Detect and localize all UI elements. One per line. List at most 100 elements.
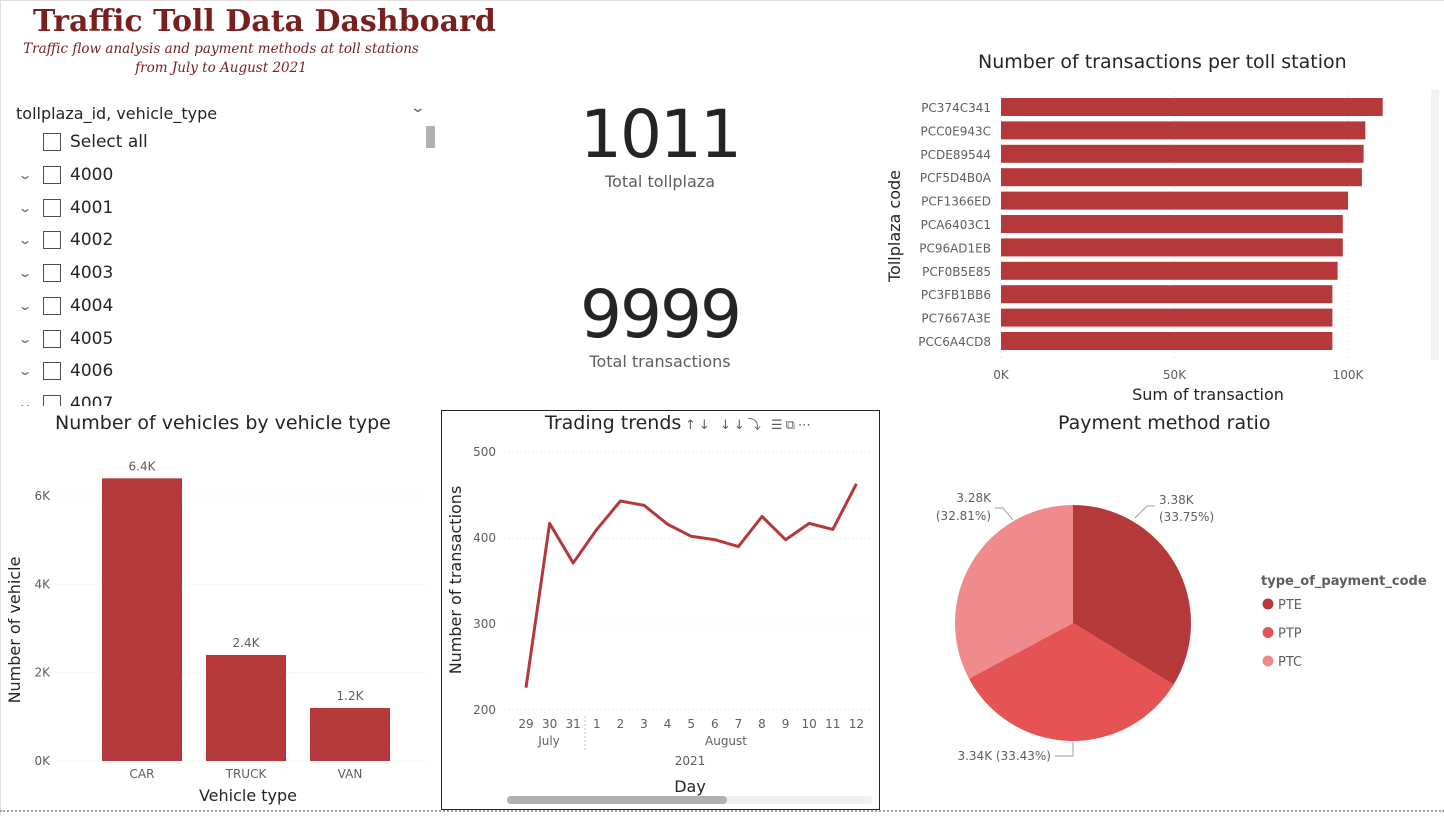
x-tick-label: 31 bbox=[566, 717, 581, 731]
chevron-down-icon[interactable]: ⌄ bbox=[15, 299, 36, 313]
leader-line-ptc bbox=[995, 507, 1014, 521]
y-tick-label: PCF5D4B0A bbox=[920, 171, 992, 185]
y-tick-label: 0K bbox=[34, 754, 51, 768]
dashboard-title: Traffic Toll Data Dashboard bbox=[33, 4, 496, 39]
bar-PC7667A3E bbox=[1001, 308, 1333, 327]
y-tick-label: PC3FB1BB6 bbox=[921, 288, 991, 302]
slicer-item-4007[interactable]: ⌄ 4007 bbox=[0, 392, 400, 406]
y-tick-label: PCC0E943C bbox=[921, 124, 992, 138]
bar-car bbox=[102, 478, 182, 761]
chevron-down-icon[interactable]: ⌄ bbox=[15, 266, 36, 280]
data-label-ptp: 3.34K (33.43%) bbox=[957, 749, 1051, 763]
more-options-icon[interactable]: ⋯ bbox=[798, 418, 814, 433]
data-label-pte-value: 3.38K bbox=[1159, 493, 1195, 507]
x-tick-label: 7 bbox=[735, 717, 743, 731]
kpi-transactions-value: 9999 bbox=[580, 276, 742, 353]
y-tick-label: 400 bbox=[473, 531, 496, 545]
checkbox[interactable] bbox=[43, 394, 61, 406]
checkbox[interactable] bbox=[43, 296, 61, 315]
y-tick-label: PCC6A4CD8 bbox=[918, 335, 991, 349]
drill-icon[interactable]: ⤵ bbox=[748, 418, 764, 433]
vehicle-type-chart[interactable]: 0K 2K 4K 6K 6.4K CAR 2.4K TRUCK 1.2K VAN Vehicle t… bbox=[0, 440, 440, 810]
year-label: 2021 bbox=[675, 754, 706, 768]
data-label-pte-pct: (33.75%) bbox=[1159, 510, 1214, 524]
kpi-tollplaza-label: Total tollplaza bbox=[604, 172, 715, 191]
y-axis-title: Tollplaza code bbox=[885, 170, 904, 283]
checkbox[interactable] bbox=[43, 231, 61, 250]
series-line bbox=[524, 483, 858, 688]
slicer-item-label: 4005 bbox=[70, 328, 114, 349]
checkbox[interactable] bbox=[43, 329, 61, 348]
x-tick-label: 1 bbox=[593, 717, 601, 731]
y-tick-label: PCF0B5E85 bbox=[922, 265, 991, 279]
filter-icon[interactable]: ☰ bbox=[771, 418, 786, 433]
slicer-scrollbar[interactable] bbox=[426, 126, 435, 148]
y-tick-label: 300 bbox=[473, 617, 496, 631]
checkbox[interactable] bbox=[43, 133, 61, 151]
bar-PCC6A4CD8 bbox=[1001, 332, 1333, 350]
slicer-item-4001[interactable]: ⌄ 4001 bbox=[0, 196, 400, 220]
chevron-down-icon[interactable]: ⌄ bbox=[15, 364, 36, 378]
chevron-down-icon[interactable]: ⌄ bbox=[410, 100, 426, 116]
x-tick-label: 8 bbox=[758, 717, 766, 731]
y-tick-label: 4K bbox=[34, 577, 51, 591]
legend-marker-pte bbox=[1262, 598, 1274, 610]
data-label: 1.2K bbox=[337, 689, 365, 703]
y-tick-label: 200 bbox=[473, 703, 496, 717]
y-tick-label: 6K bbox=[34, 489, 51, 503]
checkbox[interactable] bbox=[43, 198, 61, 217]
kpi-tollplaza-value: 1011 bbox=[580, 96, 742, 173]
slicer-select-all[interactable]: Select all bbox=[0, 130, 400, 154]
bar-PCC0E943C bbox=[1001, 121, 1366, 140]
bar-truck bbox=[206, 655, 286, 761]
slicer-item-label: 4000 bbox=[70, 165, 114, 185]
slicer-item-4005[interactable]: ⌄ 4005 bbox=[0, 327, 400, 351]
y-axis-title: Number of vehicle bbox=[5, 557, 24, 704]
slicer-item-label: 4003 bbox=[70, 263, 114, 284]
chevron-down-icon[interactable]: ⌄ bbox=[15, 233, 36, 247]
sort-desc-icon[interactable]: ↓ bbox=[699, 418, 713, 433]
expand-all-icon[interactable]: ↓↓ bbox=[720, 418, 748, 433]
slicer-item-4003[interactable]: ⌄ 4003 bbox=[0, 261, 400, 285]
slicer-item-label: 4004 bbox=[70, 295, 114, 316]
tollplaza-slicer: tollplaza_id, vehicle_type ⌄ Select all ⌄… bbox=[0, 96, 440, 406]
trend-line-chart[interactable]: 20030040050029 30 31 1 2 3 4 5 6 7 8 9 10 11 12July Aug… bbox=[442, 440, 879, 800]
toll-station-chart[interactable]: 0K 50K 100K PC374C341 PCC0E943C PCDE89544 PCF5… bbox=[880, 80, 1440, 410]
x-axis-title: Vehicle type bbox=[199, 786, 297, 805]
legend-label-ptc: PTC bbox=[1278, 655, 1302, 670]
slicer-item-4006[interactable]: ⌄ 4006 bbox=[0, 359, 400, 383]
slicer-item-label: 4007 bbox=[70, 393, 114, 406]
x-tick-label: 10 bbox=[802, 717, 817, 731]
x-tick-label: 12 bbox=[849, 717, 864, 731]
toll-chart-scrollbar[interactable] bbox=[1431, 90, 1439, 360]
chevron-down-icon[interactable]: ⌄ bbox=[15, 397, 36, 406]
dashboard-subtitle: Traffic flow analysis and payment method… bbox=[12, 40, 430, 78]
chevron-down-icon[interactable]: ⌄ bbox=[15, 201, 36, 215]
chevron-down-icon[interactable]: ⌄ bbox=[15, 168, 36, 182]
payment-pie-chart[interactable]: 3.38K (33.75%) 3.34K (33.43%) 3.28K (32.81%)… bbox=[885, 440, 1440, 800]
trend-scroll-thumb[interactable] bbox=[507, 796, 727, 804]
x-tick-label: 29 bbox=[518, 717, 533, 731]
leader-line-pte bbox=[1134, 505, 1155, 519]
y-tick-label: 500 bbox=[473, 445, 496, 459]
vehicle-chart-title: Number of vehicles by vehicle type bbox=[55, 412, 391, 434]
slicer-item-label: Select all bbox=[70, 132, 148, 152]
x-tick-label: 6 bbox=[711, 717, 719, 731]
data-label-ptc-value: 3.28K bbox=[956, 491, 992, 505]
x-tick-label: 2 bbox=[617, 717, 625, 731]
slicer-item-4000[interactable]: ⌄ 4000 bbox=[0, 163, 400, 187]
chevron-down-icon[interactable]: ⌄ bbox=[15, 332, 36, 346]
x-tick-label: 100K bbox=[1333, 368, 1365, 382]
slicer-item-4004[interactable]: ⌄ 4004 bbox=[0, 294, 400, 318]
x-tick-label: 9 bbox=[782, 717, 790, 731]
checkbox[interactable] bbox=[43, 166, 61, 184]
checkbox[interactable] bbox=[43, 264, 61, 283]
focus-mode-icon[interactable]: ⧉ bbox=[786, 418, 798, 433]
y-tick-label: PC374C341 bbox=[921, 101, 991, 115]
x-tick-label: CAR bbox=[130, 767, 155, 781]
sort-asc-icon[interactable]: ↑ bbox=[685, 418, 699, 433]
slicer-item-4002[interactable]: ⌄ 4002 bbox=[0, 228, 400, 252]
y-tick-label: PC96AD1EB bbox=[919, 241, 991, 255]
checkbox[interactable] bbox=[43, 362, 61, 381]
y-tick-label: PCA6403C1 bbox=[921, 218, 991, 232]
